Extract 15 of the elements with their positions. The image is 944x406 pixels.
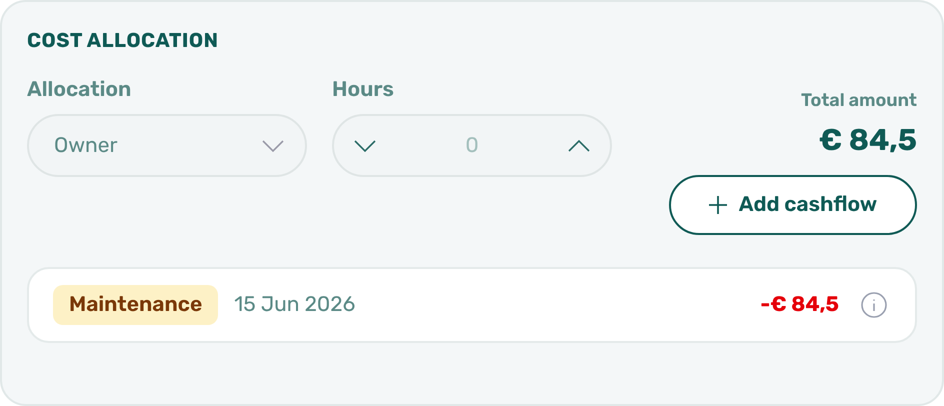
info-icon[interactable]	[861, 292, 887, 318]
field-label: Hours	[332, 76, 394, 104]
add-cashflow-button[interactable]: Add cashflow	[669, 175, 917, 235]
category-tag: Maintenance	[53, 285, 218, 325]
total-amount: € 84,5	[818, 122, 917, 158]
entry-date: 15 Jun 2026	[234, 291, 356, 320]
field-label: Allocation	[27, 76, 132, 104]
section-title: COST ALLOCATION	[27, 28, 220, 52]
hours-stepper[interactable]: 0	[332, 114, 612, 177]
plus-icon	[708, 196, 727, 214]
allocation-dropdown[interactable]: Owner	[27, 114, 307, 177]
total-label: Total amount	[800, 88, 917, 112]
chevron-down-icon[interactable]	[354, 140, 376, 152]
chevron-up-icon[interactable]	[568, 140, 590, 152]
entry-amount: -€ 84,5	[760, 291, 839, 320]
